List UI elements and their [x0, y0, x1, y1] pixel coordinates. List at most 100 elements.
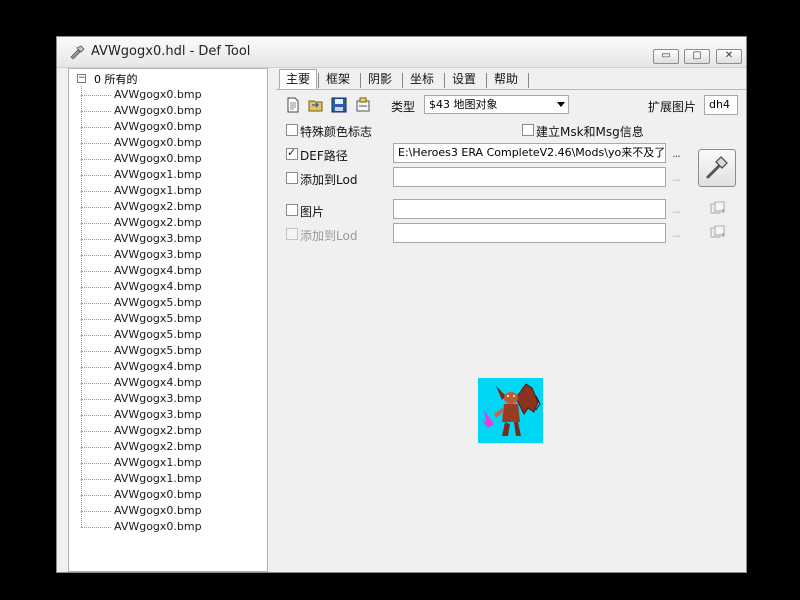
save-icon[interactable] [331, 97, 347, 113]
picture-browse-button[interactable]: ... [670, 204, 682, 218]
export-icon[interactable] [355, 97, 371, 113]
tab-separator [318, 73, 319, 88]
tree-item-label: AVWgogx0.bmp [114, 504, 202, 517]
build-button[interactable] [698, 149, 736, 187]
extension-input[interactable]: dh4 [704, 95, 738, 115]
picture-label: 图片 [300, 205, 325, 219]
tree-item-label: AVWgogx2.bmp [114, 216, 202, 229]
tree-item-label: AVWgogx0.bmp [114, 152, 202, 165]
tree-connector [81, 303, 111, 304]
picture-checkbox[interactable] [286, 204, 298, 216]
tree-item-label: AVWgogx0.bmp [114, 88, 202, 101]
build-msk-label: 建立Msk和Msg信息 [536, 125, 644, 139]
minimize-icon: ▭ [661, 50, 671, 61]
tree-connector [81, 175, 111, 176]
tree-connector-line [81, 86, 82, 527]
tree-item-label: AVWgogx5.bmp [114, 328, 202, 341]
tree-item-label: AVWgogx3.bmp [114, 392, 202, 405]
add-lod-input[interactable] [393, 167, 666, 187]
tree-connector [81, 335, 111, 336]
tree-connector [81, 127, 111, 128]
copy-lod-icon[interactable] [710, 225, 726, 239]
tab-separator [486, 73, 487, 88]
def-path-value: E:\Heroes3 ERA CompleteV2.46\Mods\yo来不及了… [398, 146, 666, 159]
app-window: AVWgogx0.hdl - Def Tool ▭ ▢ ✕ − 0 所有的 AV… [56, 36, 747, 573]
tree-item-label: AVWgogx4.bmp [114, 280, 202, 293]
tree-item-label: AVWgogx3.bmp [114, 408, 202, 421]
extension-value: dh4 [709, 98, 730, 111]
close-button[interactable]: ✕ [716, 49, 742, 64]
tree-connector [81, 143, 111, 144]
tree-item-label: AVWgogx1.bmp [114, 168, 202, 181]
add-lod-browse-button[interactable]: ... [670, 172, 682, 186]
tree-connector [81, 351, 111, 352]
tree-connector [81, 399, 111, 400]
tree-connector [81, 239, 111, 240]
title-bar[interactable]: AVWgogx0.hdl - Def Tool ▭ ▢ ✕ [57, 37, 746, 68]
tree-connector [81, 367, 111, 368]
open-file-icon[interactable] [308, 97, 324, 113]
tree-item-label: AVWgogx5.bmp [114, 344, 202, 357]
tree-connector [81, 223, 111, 224]
tab-settings[interactable]: 设置 [446, 70, 482, 89]
special-color-label: 特殊颜色标志 [300, 125, 373, 139]
tree-item-label: AVWgogx2.bmp [114, 200, 202, 213]
def-path-label: DEF路径 [300, 149, 348, 163]
add-lod2-browse-button[interactable]: ... [670, 228, 682, 242]
add-lod2-input[interactable] [393, 223, 666, 243]
collapse-icon[interactable]: − [77, 74, 86, 83]
tab-coordinates[interactable]: 坐标 [404, 70, 440, 89]
tab-frames[interactable]: 框架 [320, 70, 356, 89]
picture-input[interactable] [393, 199, 666, 219]
tree-connector [81, 255, 111, 256]
tab-shadow[interactable]: 阴影 [362, 70, 398, 89]
type-dropdown[interactable]: $43 地图对象 [424, 95, 569, 114]
tree-connector [81, 447, 111, 448]
def-path-input[interactable]: E:\Heroes3 ERA CompleteV2.46\Mods\yo来不及了… [393, 143, 666, 163]
tree-connector [81, 319, 111, 320]
tree-connector [81, 527, 111, 528]
tab-separator [360, 73, 361, 88]
tree-item-label: AVWgogx1.bmp [114, 184, 202, 197]
frame-tree[interactable]: − 0 所有的 AVWgogx0.bmp AVWgogx0.bmp AVWgogx0… [68, 68, 268, 572]
maximize-icon: ▢ [692, 50, 702, 61]
build-msk-checkbox[interactable] [522, 124, 534, 136]
frame-preview-image [478, 378, 543, 443]
tree-connector [81, 191, 111, 192]
def-path-checkbox[interactable] [286, 146, 298, 160]
tree-root-label: 0 所有的 [94, 73, 138, 86]
tree-connector [81, 479, 111, 480]
tree-item-label: AVWgogx0.bmp [114, 120, 202, 133]
minimize-button[interactable]: ▭ [653, 49, 679, 64]
tree-connector [81, 495, 111, 496]
tree-item-label: AVWgogx5.bmp [114, 296, 202, 309]
tab-panel-border [276, 89, 746, 90]
tab-help[interactable]: 帮助 [488, 70, 524, 89]
tab-separator [402, 73, 403, 88]
gargoyle-sprite-icon [482, 383, 541, 436]
tree-item-label: AVWgogx1.bmp [114, 472, 202, 485]
type-dropdown-value: $43 地图对象 [429, 98, 498, 111]
hammer-icon [706, 156, 728, 179]
tree-connector [81, 431, 111, 432]
tree-item-label: AVWgogx3.bmp [114, 232, 202, 245]
add-lod-label: 添加到Lod [300, 173, 358, 187]
copy-picture-icon[interactable] [710, 201, 726, 215]
tree-item-label: AVWgogx0.bmp [114, 136, 202, 149]
extension-label: 扩展图片 [648, 100, 697, 114]
close-icon: ✕ [724, 50, 734, 61]
new-file-icon[interactable] [285, 97, 301, 113]
dropdown-arrow-icon [557, 102, 565, 107]
tree-connector [81, 383, 111, 384]
tree-connector [81, 271, 111, 272]
maximize-button[interactable]: ▢ [684, 49, 710, 64]
add-lod-checkbox[interactable] [286, 172, 298, 184]
special-color-checkbox[interactable] [286, 124, 298, 136]
def-path-browse-button[interactable]: ... [670, 148, 682, 162]
tab-main[interactable]: 主要 [279, 69, 318, 90]
add-lod2-label: 添加到Lod [300, 229, 358, 243]
tree-item-label: AVWgogx1.bmp [114, 456, 202, 469]
add-lod2-checkbox[interactable] [286, 228, 298, 240]
tree-item-label: AVWgogx4.bmp [114, 360, 202, 373]
tree-item-label: AVWgogx0.bmp [114, 520, 202, 533]
